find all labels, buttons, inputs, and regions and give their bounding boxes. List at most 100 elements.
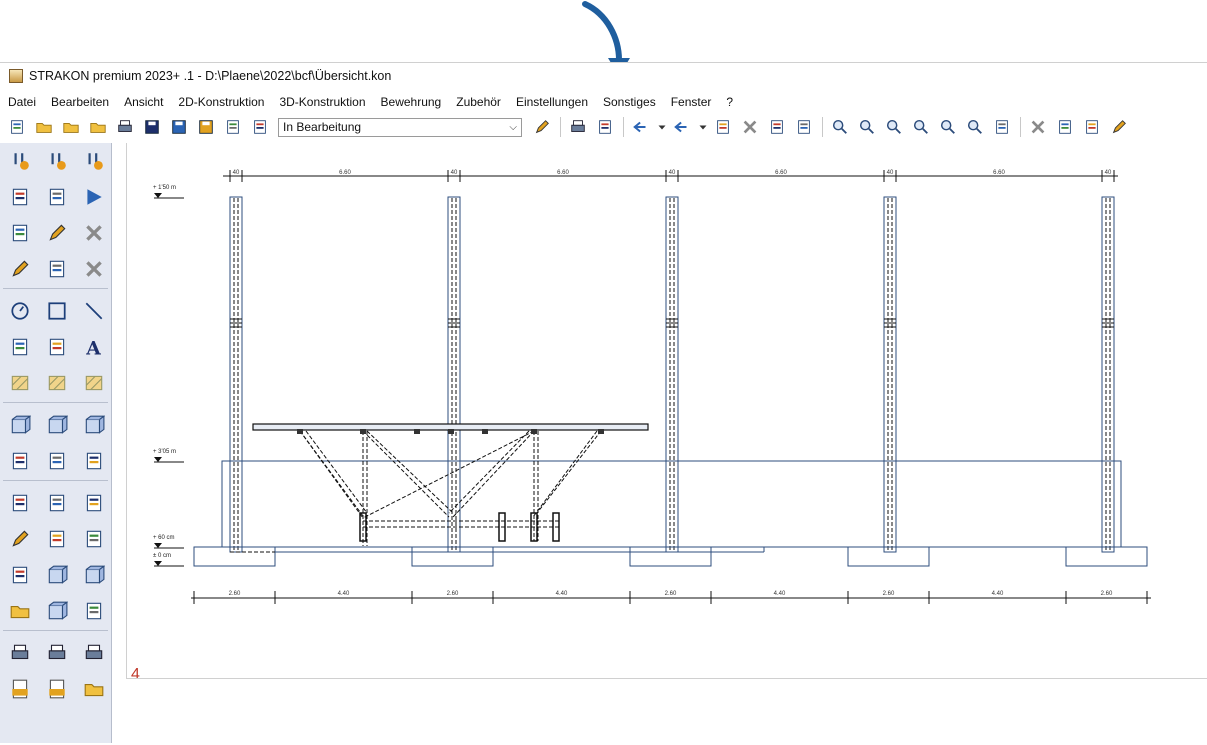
doc-pages-tool-button[interactable] [1, 557, 38, 593]
level-1-tool-button[interactable] [1, 143, 38, 179]
new-file-button[interactable] [6, 116, 28, 138]
open-folder-user-button[interactable] [87, 116, 109, 138]
move-elements-button[interactable] [1081, 116, 1103, 138]
zoom-dynamic-button[interactable] [856, 116, 878, 138]
menu-ansicht[interactable]: Ansicht [116, 95, 170, 109]
doc-settings-tool-button[interactable] [1, 485, 38, 521]
edit-elements-button[interactable] [1108, 116, 1130, 138]
edit-note-button[interactable] [531, 116, 553, 138]
open-folder-button[interactable] [33, 116, 55, 138]
menu-2d-konstruktion[interactable]: 2D-Konstruktion [170, 95, 271, 109]
scan-tool-button[interactable] [38, 635, 75, 671]
plot-tool-button[interactable] [1, 635, 38, 671]
circle-meter-tool-button[interactable] [1, 293, 38, 329]
pattern-lines-tool-button[interactable] [38, 365, 75, 401]
pdf-export-button[interactable] [594, 116, 616, 138]
dwg-import-tool-button[interactable] [38, 671, 75, 707]
rectangle-tool-button[interactable] [38, 293, 75, 329]
select-box-icon [9, 450, 31, 472]
redo-button[interactable] [671, 116, 693, 138]
zoom-all-button[interactable] [883, 116, 905, 138]
printer-tool-button[interactable] [75, 635, 111, 671]
menu-help[interactable]: ? [718, 95, 740, 109]
tools-delete-tool-button[interactable] [75, 215, 111, 251]
save-button[interactable] [141, 116, 163, 138]
dimension-tool-button[interactable] [38, 329, 75, 365]
fill-pattern-tool-button[interactable] [75, 365, 111, 401]
text-tool-tool-button[interactable]: A [75, 329, 111, 365]
select-box-tool-button[interactable] [1, 443, 38, 479]
save-as-button[interactable] [168, 116, 190, 138]
structural-drawing: + 1'50 m + 3'05 m + 60 cm ± 0 cm 40 6.60 40 6.6… [131, 170, 1151, 678]
zoom-out-button[interactable] [937, 116, 959, 138]
edit-layers-tool-button[interactable] [38, 215, 75, 251]
people-grid-tool-button[interactable] [38, 593, 75, 629]
zoom-window-button[interactable] [829, 116, 851, 138]
paste-button[interactable] [793, 116, 815, 138]
menu-einstellungen[interactable]: Einstellungen [508, 95, 595, 109]
level-label: + 60 cm [153, 535, 175, 541]
window-list-button[interactable] [222, 116, 244, 138]
grid-cube-tool-button[interactable] [38, 557, 75, 593]
menu-datei[interactable]: Datei [0, 95, 43, 109]
undo-button[interactable] [630, 116, 652, 138]
tool-palette: A [0, 143, 112, 743]
list-folder-tool-button[interactable] [1, 593, 38, 629]
hatch-lines-tool-button[interactable] [1, 365, 38, 401]
cube-mesh-tool-button[interactable] [38, 407, 75, 443]
layer-list-tool-button[interactable] [1, 179, 38, 215]
undo-dropdown-button[interactable] [657, 116, 667, 138]
copy-button[interactable] [766, 116, 788, 138]
assembly-tool-button[interactable] [75, 443, 111, 479]
cross-delete-tool-button[interactable] [75, 251, 111, 287]
column-tool-button[interactable] [38, 443, 75, 479]
list-folder-icon [9, 600, 31, 622]
building-tool-button[interactable] [38, 179, 75, 215]
menu-sonstiges[interactable]: Sonstiges [595, 95, 663, 109]
print-button[interactable] [567, 116, 589, 138]
refresh-button[interactable] [991, 116, 1013, 138]
sheet-tool-button[interactable] [75, 485, 111, 521]
status-select[interactable]: In Bearbeitung ⌵ [278, 117, 522, 137]
menu-fenster[interactable]: Fenster [663, 95, 719, 109]
doc-edit-tool-button[interactable] [1, 521, 38, 557]
rectangle-icon [46, 300, 68, 322]
delete-elements-icon [1029, 118, 1047, 136]
grid-elements-tool-button[interactable] [1, 407, 38, 443]
menu-3d-konstruktion[interactable]: 3D-Konstruktion [271, 95, 372, 109]
info-settings-tool-button[interactable] [1, 215, 38, 251]
dwg-export-tool-button[interactable] [1, 671, 38, 707]
menu-bearbeiten[interactable]: Bearbeiten [43, 95, 116, 109]
folder-star-tool-button[interactable] [75, 671, 111, 707]
print-preview-button[interactable] [114, 116, 136, 138]
level-2-tool-button[interactable] [38, 143, 75, 179]
menu-zubehoer[interactable]: Zubehör [448, 95, 508, 109]
zoom-in-button[interactable] [910, 116, 932, 138]
window-cascade-button[interactable] [249, 116, 271, 138]
cube-list-tool-button[interactable] [75, 557, 111, 593]
delete-elements-button[interactable] [1027, 116, 1049, 138]
truss-strut [362, 430, 450, 518]
measure-tool-button[interactable] [38, 251, 75, 287]
diagonal-sheet-tool-button[interactable] [75, 521, 111, 557]
rebar-doc-tool-button[interactable] [38, 485, 75, 521]
zoom-previous-button[interactable] [964, 116, 986, 138]
level-3-tool-button[interactable] [75, 143, 111, 179]
line-tool-button[interactable] [75, 293, 111, 329]
copy-elements-button[interactable] [1054, 116, 1076, 138]
cube-wire-tool-button[interactable] [75, 407, 111, 443]
truss-strut [452, 430, 535, 518]
save-all-button[interactable] [195, 116, 217, 138]
delete-cut-button[interactable] [739, 116, 761, 138]
elevation-text-tool-button[interactable] [1, 329, 38, 365]
rebar-bend-tool-button[interactable] [38, 521, 75, 557]
cut-button[interactable] [712, 116, 734, 138]
list-item-tool-button[interactable] [75, 593, 111, 629]
redo-dropdown-button[interactable] [698, 116, 708, 138]
open-folder-alt-button[interactable] [60, 116, 82, 138]
play-tool-button[interactable] [75, 179, 111, 215]
pencil-tool-button[interactable] [1, 251, 38, 287]
menu-bewehrung[interactable]: Bewehrung [373, 95, 449, 109]
drawing-canvas[interactable]: + 1'50 m + 3'05 m + 60 cm ± 0 cm 40 6.60 40 6.6… [126, 143, 1207, 679]
toolbar-separator [623, 117, 624, 137]
